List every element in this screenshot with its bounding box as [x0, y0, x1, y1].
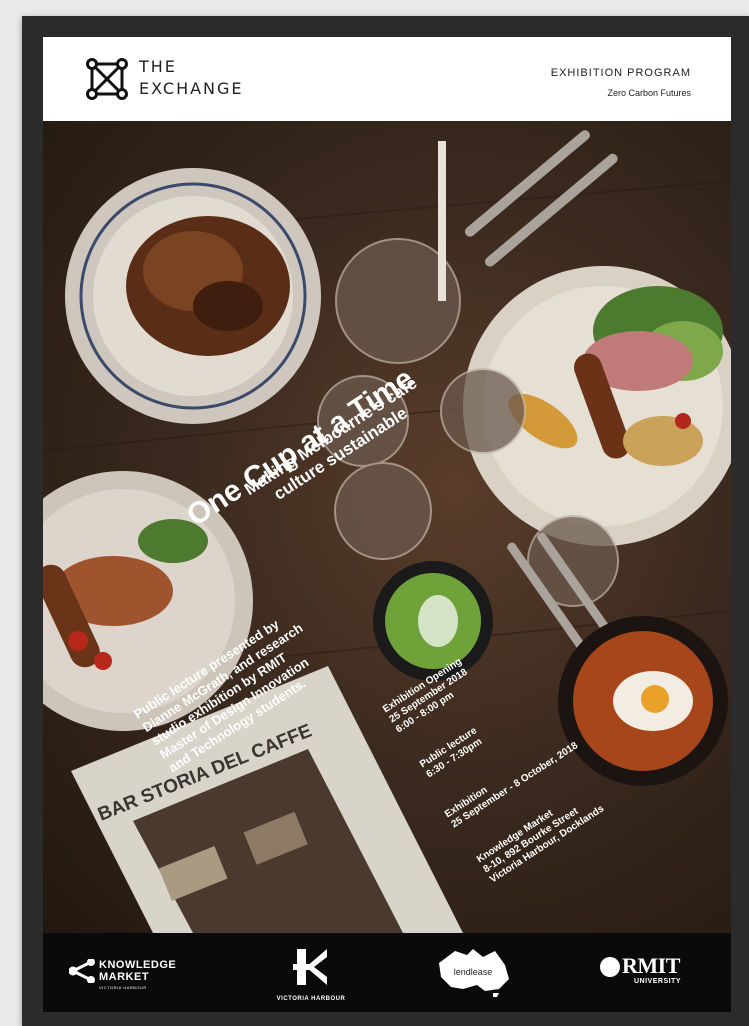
lendlease-text: lendlease — [454, 967, 493, 977]
logo-line2: EXCHANGE — [139, 79, 244, 98]
knowledge-line1: KNOWLEDGE — [99, 959, 177, 971]
program-label: EXHIBITION PROGRAM — [550, 67, 691, 79]
photo-illustration: BAR STORIA DEL CAFFE — [43, 130, 731, 933]
rmit-sun-icon — [600, 957, 620, 977]
australia-map-icon: lendlease — [439, 949, 509, 997]
straw — [438, 141, 446, 301]
knowledge-line2: MARKET — [99, 971, 150, 983]
lendlease-logo: lendlease — [433, 945, 513, 1002]
knowledge-sub: VICTORIA HARBOUR — [99, 985, 147, 990]
victoria-harbour-logo-icon — [293, 949, 327, 985]
program-series: Zero Carbon Futures — [607, 88, 691, 98]
knowledge-market-name: KNOWLEDGE MARKET — [99, 959, 176, 983]
share-nodes-icon — [69, 959, 95, 983]
egg-dish — [558, 616, 728, 786]
victoria-harbour-logo: VICTORIA HARBOUR — [271, 947, 351, 1002]
cafe-table-photo: BAR STORIA DEL CAFFE One Cup at a Time M… — [43, 121, 731, 933]
poster-header: THE EXCHANGE EXHIBITION PROGRAM Zero Car… — [43, 37, 731, 121]
victoria-harbour-text: VICTORIA HARBOUR — [276, 996, 346, 1002]
rmit-university-text: UNIVERSITY — [634, 978, 682, 985]
logo-line1: THE — [139, 57, 177, 76]
exchange-logo-text: THE EXCHANGE — [139, 56, 244, 100]
pasta-plate — [65, 168, 321, 424]
sponsor-footer: KNOWLEDGE MARKET VICTORIA HARBOUR VICTOR… — [43, 933, 731, 1012]
matcha-cup — [373, 561, 493, 681]
poster: THE EXCHANGE EXHIBITION PROGRAM Zero Car… — [43, 37, 731, 1012]
exchange-logo-icon — [86, 58, 128, 100]
rmit-text: RMIT — [622, 953, 680, 978]
program-info: EXHIBITION PROGRAM Zero Carbon Futures — [551, 67, 691, 98]
